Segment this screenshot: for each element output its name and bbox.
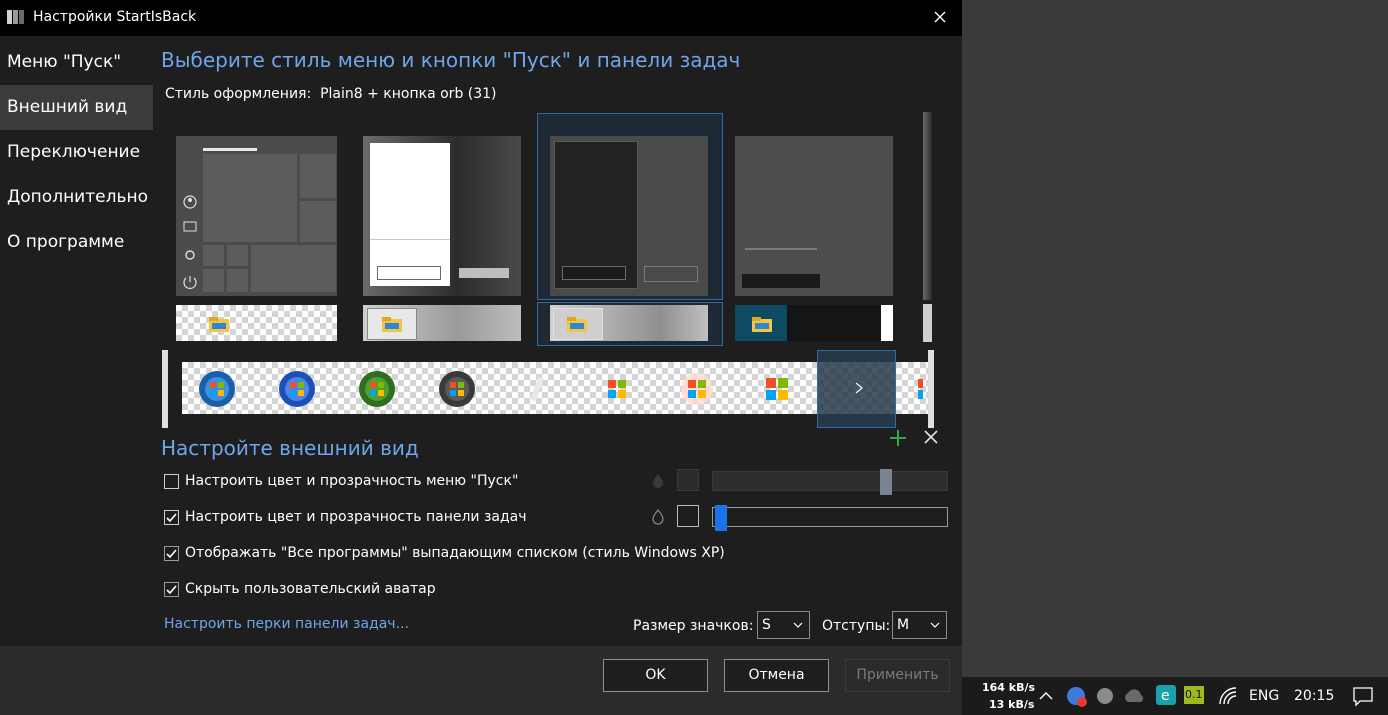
menu-style-plain8[interactable] xyxy=(550,136,708,296)
svg-text:e: e xyxy=(1161,688,1170,704)
option-all-programs-dropdown[interactable]: Отображать "Все программы" выпадающим сп… xyxy=(164,543,725,563)
wifi-icon[interactable] xyxy=(1218,686,1238,706)
sidebar-item-label: О программе xyxy=(7,232,125,252)
folder-icon xyxy=(209,317,229,332)
net-up-speed: 13 kB/s xyxy=(989,698,1035,711)
menu-color-swatch[interactable] xyxy=(677,469,699,491)
title-bar: Настройки StartIsBack xyxy=(0,0,962,36)
folder-icon xyxy=(382,317,402,332)
sidebar: Меню "Пуск" Внешний вид Переключение Доп… xyxy=(0,40,153,265)
sidebar-item-switching[interactable]: Переключение xyxy=(0,130,153,175)
chevron-down-icon xyxy=(793,622,803,628)
chevron-right-icon xyxy=(855,382,864,394)
user-icon xyxy=(183,195,197,289)
sidebar-item-start-menu[interactable]: Меню "Пуск" xyxy=(0,40,153,85)
clock-time[interactable]: 20:15 xyxy=(1294,688,1334,704)
circle-tray-icon[interactable] xyxy=(1096,687,1114,705)
style-gallery xyxy=(162,112,934,430)
page-title: Выберите стиль меню и кнопки "Пуск" и па… xyxy=(161,48,741,72)
icon-size-select[interactable]: S xyxy=(757,611,810,639)
orb-icons xyxy=(199,371,923,407)
add-icon[interactable] xyxy=(886,426,910,450)
taskbar-color-swatch[interactable] xyxy=(677,505,699,527)
folder-icon xyxy=(567,317,587,332)
close-icon[interactable] xyxy=(926,6,954,30)
menu-style-plain10[interactable] xyxy=(735,136,893,296)
checkbox-menu-color[interactable] xyxy=(164,473,179,489)
sidebar-item-label: Меню "Пуск" xyxy=(7,52,122,72)
checkbox-hide-avatar[interactable] xyxy=(164,581,179,597)
net-down-speed: 164 kB/s xyxy=(982,681,1036,694)
sidebar-item-label: Дополнительно xyxy=(7,187,148,207)
menu-transparency-slider[interactable] xyxy=(712,469,948,495)
sidebar-item-advanced[interactable]: Дополнительно xyxy=(0,175,153,220)
sidebar-item-label: Внешний вид xyxy=(7,97,128,117)
window-title: Настройки StartIsBack xyxy=(33,9,197,25)
cloud-icon[interactable] xyxy=(1122,687,1146,705)
style-line: Стиль оформления: Plain8 + кнопка orb (3… xyxy=(165,86,497,102)
option-taskbar-color[interactable]: Настроить цвет и прозрачность панели зад… xyxy=(164,507,527,527)
option-label: Настроить цвет и прозрачность меню "Пуск… xyxy=(185,473,519,489)
ok-button[interactable]: OK xyxy=(603,659,708,692)
badge-tray-icon[interactable]: 0.1 xyxy=(1184,686,1204,704)
apply-button[interactable]: Применить xyxy=(845,659,950,692)
padding-label: Отступы: xyxy=(822,618,891,634)
sidebar-item-about[interactable]: О программе xyxy=(0,220,153,265)
sidebar-item-appearance[interactable]: Внешний вид xyxy=(0,85,153,130)
chevron-up-icon[interactable] xyxy=(1038,689,1054,703)
slider-thumb[interactable] xyxy=(715,505,727,531)
menu-style-metro[interactable] xyxy=(176,136,337,296)
edge-icon[interactable]: e xyxy=(1156,685,1176,705)
padding-select[interactable]: M xyxy=(892,611,947,639)
badge-value: 0.1 xyxy=(1185,688,1203,701)
app-icon xyxy=(7,10,24,24)
folder-icon xyxy=(752,317,772,332)
option-menu-color[interactable]: Настроить цвет и прозрачность меню "Пуск… xyxy=(164,471,518,491)
app-tray-icon[interactable] xyxy=(1066,686,1088,708)
icon-size-value: S xyxy=(762,617,771,633)
windows-taskbar: 164 kB/s 13 kB/s e 0.1 ENG 20:15 xyxy=(962,677,1388,715)
menu-style-classic[interactable] xyxy=(363,136,521,296)
option-hide-avatar[interactable]: Скрыть пользовательский аватар xyxy=(164,579,436,599)
taskbar-perks-link[interactable]: Настроить перки панели задач... xyxy=(164,616,409,632)
option-label: Настроить цвет и прозрачность панели зад… xyxy=(185,509,527,525)
option-label: Отображать "Все программы" выпадающим сп… xyxy=(185,545,725,561)
taskbar-transparency-slider[interactable] xyxy=(712,505,948,531)
option-label: Скрыть пользовательский аватар xyxy=(185,581,436,597)
checkbox-taskbar-color[interactable] xyxy=(164,509,179,525)
icon-size-label: Размер значков: xyxy=(633,618,754,634)
style-label: Стиль оформления: xyxy=(165,86,312,102)
style-value: Plain8 + кнопка orb (31) xyxy=(320,86,497,102)
slider-thumb[interactable] xyxy=(880,469,892,495)
checkbox-all-programs-dropdown[interactable] xyxy=(164,545,179,561)
taskbar-style-1[interactable] xyxy=(176,305,337,341)
sidebar-item-label: Переключение xyxy=(7,142,141,162)
language-indicator[interactable]: ENG xyxy=(1249,688,1279,704)
padding-value: M xyxy=(897,617,910,633)
transparency-drop-icon xyxy=(652,509,664,525)
settings-dialog: Настройки StartIsBack Меню "Пуск" Внешни… xyxy=(0,0,962,715)
remove-icon[interactable] xyxy=(920,426,942,448)
customize-heading: Настройте внешний вид xyxy=(161,436,419,460)
chevron-down-icon xyxy=(930,622,940,628)
notification-icon[interactable] xyxy=(1352,685,1374,707)
transparency-drop-icon xyxy=(653,474,663,488)
cancel-button[interactable]: Отмена xyxy=(724,659,829,692)
